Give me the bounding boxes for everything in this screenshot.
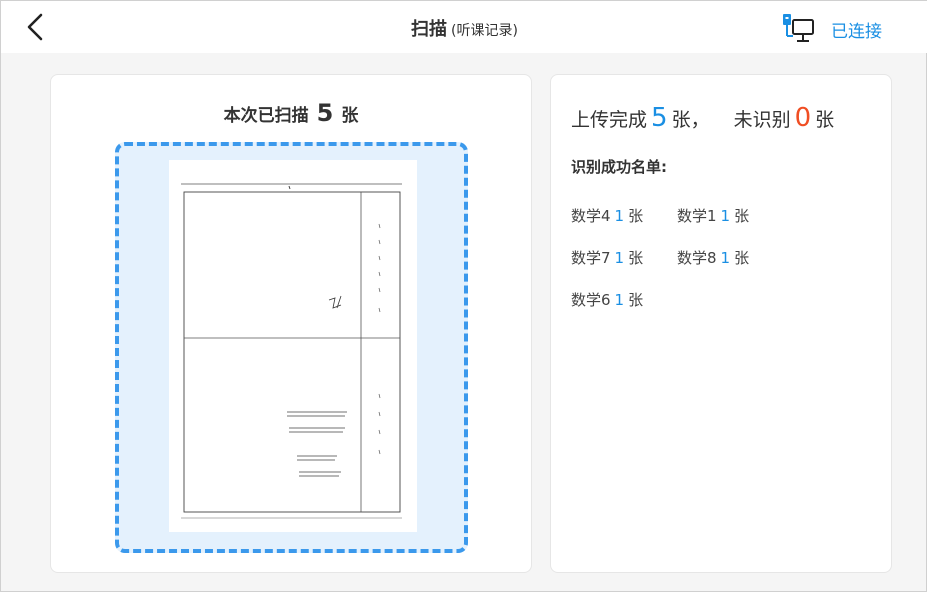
page-title-text: 扫描	[411, 19, 448, 40]
upload-summary: 上传完成 5 张， 未识别 0 张	[571, 103, 834, 133]
scan-count-label: 本次已扫描 5 张	[51, 99, 531, 127]
list-item: 数学7 1 张	[571, 247, 643, 268]
unrecognized-prefix: 未识别	[733, 109, 791, 131]
upload-done-unit: 张，	[671, 109, 710, 131]
list-item: 数学4 1 张	[571, 205, 643, 226]
list-item-unit: 张	[628, 249, 644, 267]
top-bar: 扫描 (听课记录) 已连接	[1, 1, 927, 53]
connection-status[interactable]: 已连接	[831, 17, 882, 42]
list-item-unit: 张	[628, 291, 644, 309]
list-item-name: 数学8	[677, 249, 717, 267]
list-item-name: 数学4	[571, 207, 611, 225]
scan-preview-card: 本次已扫描 5 张	[50, 74, 532, 573]
upload-result-card: 上传完成 5 张， 未识别 0 张 识别成功名单: 数学4 1 张 数学1 1 张 数学7 1 张 数…	[550, 74, 892, 573]
list-item: 数学1 1 张	[677, 205, 749, 226]
list-item-name: 数学1	[677, 207, 717, 225]
upload-done-count: 5	[651, 103, 668, 133]
scanner-monitor-icon	[783, 14, 814, 42]
list-item-count: 1	[614, 249, 625, 267]
list-item: 数学6 1 张	[571, 289, 643, 310]
list-item-unit: 张	[734, 207, 750, 225]
list-item-unit: 张	[734, 249, 750, 267]
unrecognized-count: 0	[794, 103, 812, 133]
scanned-page-image	[169, 160, 417, 532]
scanned-document-drawing	[181, 183, 402, 519]
list-item-count: 1	[614, 291, 625, 309]
list-item-unit: 张	[628, 207, 644, 225]
list-item: 数学8 1 张	[677, 247, 749, 268]
list-item-count: 1	[720, 207, 731, 225]
success-list-title: 识别成功名单:	[571, 158, 667, 176]
upload-done-prefix: 上传完成	[571, 109, 648, 131]
list-item-count: 1	[614, 207, 625, 225]
scan-frame[interactable]	[115, 142, 468, 553]
list-item-name: 数学7	[571, 249, 611, 267]
list-item-count: 1	[720, 249, 731, 267]
scan-count-number: 5	[316, 99, 334, 127]
list-item-name: 数学6	[571, 291, 611, 309]
unrecognized-unit: 张	[815, 109, 835, 131]
scan-count-prefix: 本次已扫描	[223, 106, 309, 126]
scan-count-unit: 张	[341, 106, 359, 126]
page-subtitle: (听课记录)	[451, 23, 518, 39]
